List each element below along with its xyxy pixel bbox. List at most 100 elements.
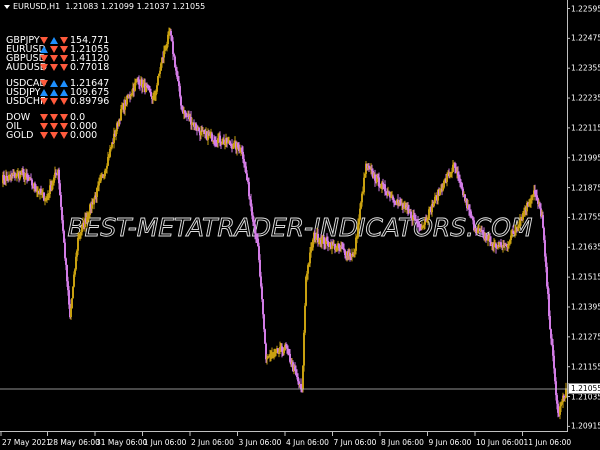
time-tick-label: 27 May 2021 [2,438,51,447]
price-tick-label: 1.22235 [571,93,600,103]
time-tick-label: 9 Jun 06:00 [428,438,472,447]
price-tick-label: 1.22475 [571,33,600,43]
time-tick-label: 4 Jun 06:00 [286,438,329,447]
candle [264,328,266,344]
candle-body [106,165,108,169]
dropdown-triangle-icon[interactable] [4,4,10,9]
ohlc-values: 1.21083 1.21099 1.21037 1.21055 [65,2,206,11]
down-arrow-icon [50,55,58,62]
price-tick-label: 1.21155 [571,362,600,372]
candle-body [384,184,386,192]
down-arrow-icon [50,46,58,53]
candle [452,160,454,173]
down-arrow-icon [40,98,48,105]
candle-body [179,86,181,97]
down-arrow-icon [60,98,68,105]
down-arrow-icon [60,46,68,53]
chart-title: EURUSD,H1 1.21083 1.21099 1.21037 1.2105… [4,2,205,11]
down-arrow-icon [40,80,48,87]
candle [157,75,159,86]
down-arrow-icon [40,132,48,139]
candle [71,298,73,309]
candle [565,382,567,399]
candle-body [211,133,213,142]
price-tick-label: 1.21995 [571,153,600,163]
up-arrow-icon [40,46,48,53]
candle-body [159,70,161,74]
price-tick-label: 1.21515 [571,272,600,282]
price-tick-label: 1.21755 [571,212,600,222]
candle-body [72,286,74,299]
price-tick-label: 1.22355 [571,63,600,73]
candle-body [549,316,551,330]
watermark-text: BEST-METATRADER-INDICATORS.COM [68,213,533,242]
candle-body [434,196,436,204]
time-tick-label: 8 Jun 06:00 [381,438,424,447]
candle-body [71,298,73,309]
down-arrow-icon [40,55,48,62]
candle-body [261,286,263,300]
candle [303,329,305,372]
candle-body [382,182,384,185]
down-arrow-icon [50,98,58,105]
up-arrow-icon [60,80,68,87]
up-arrow-icon [60,89,68,96]
up-arrow-icon [50,80,58,87]
symbol-name: USDCHF [6,96,46,107]
mt4-chart-window: BEST-METATRADER-INDICATORS.COM EURUSD,H1… [0,0,600,450]
time-tick-label: 7 Jun 06:00 [333,438,377,447]
symbol-timeframe: EURUSD,H1 [13,2,61,11]
up-arrow-icon [40,89,48,96]
time-tick-label: 1 Jun 06:00 [143,438,187,447]
candle-body [303,332,305,366]
candle-body [359,208,361,220]
symbol-value: 0.77018 [70,62,110,73]
candle-body [157,76,159,86]
candle-body [565,388,567,398]
symbol-value: 0.89796 [70,96,110,107]
watermark: BEST-METATRADER-INDICATORS.COM [67,213,533,243]
down-arrow-icon [50,123,58,130]
candle-body [553,355,555,369]
candle-body [172,41,174,55]
candle-body [77,237,79,251]
down-arrow-icon [40,123,48,130]
candle-body [304,305,306,333]
up-arrow-icon [50,89,58,96]
time-tick-label: 28 May 06:00 [48,438,100,447]
down-arrow-icon [60,123,68,130]
time-tick-label: 2 Jun 06:00 [191,438,234,447]
down-arrow-icon [60,37,68,44]
candle-body [262,299,264,315]
candle-body [264,329,266,344]
down-arrow-icon [50,132,58,139]
down-arrow-icon [50,64,58,71]
candle-body [60,194,62,207]
price-tick-label: 1.22115 [571,123,600,133]
time-tick-label: 11 Jun 06:00 [523,438,572,447]
up-arrow-icon [50,37,58,44]
candle-body [363,177,365,193]
candle [434,192,436,204]
candle-body [62,220,64,231]
candle-body [3,174,5,181]
current-price-label: 1.21055 [568,383,600,394]
symbol-value: 0.000 [70,130,98,141]
down-arrow-icon [60,132,68,139]
candle-body [64,242,66,259]
down-arrow-icon [60,114,68,121]
candle-body [70,308,72,318]
price-tick-label: 1.21275 [571,332,600,342]
down-arrow-icon [40,64,48,71]
candle-body [98,182,100,186]
price-tick-label: 1.22595 [571,4,600,13]
down-arrow-icon [50,114,58,121]
time-tick-label: 10 Jun 06:00 [476,438,524,447]
time-tick-label: 3 Jun 06:00 [238,438,282,447]
candle [304,303,306,336]
candle-body [361,193,363,203]
candle-body [248,182,250,197]
candle-body [93,199,95,205]
down-arrow-icon [60,55,68,62]
down-arrow-icon [40,37,48,44]
